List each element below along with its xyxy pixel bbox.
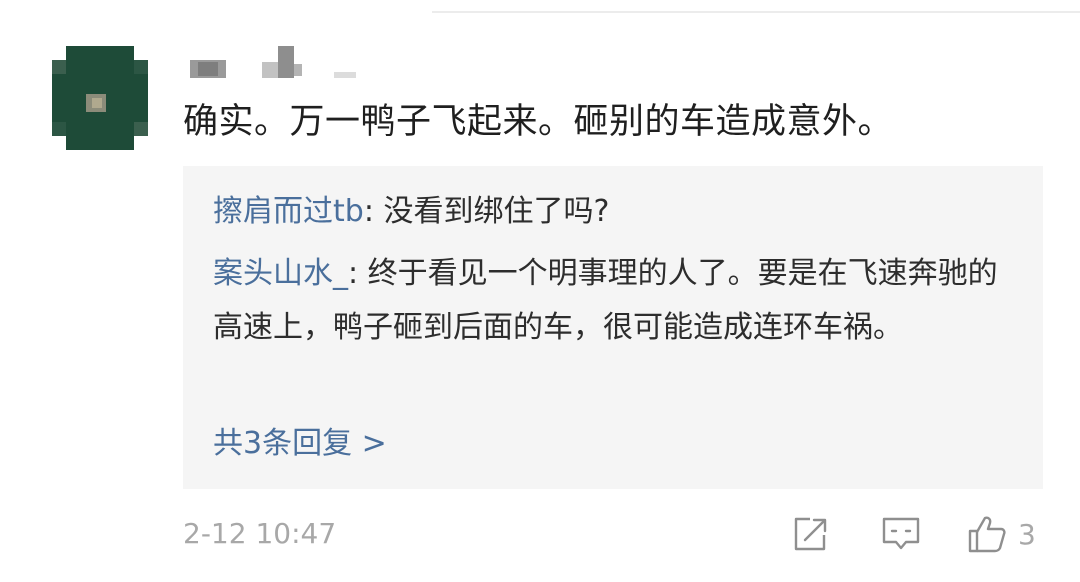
like-count: 3 (1018, 517, 1036, 551)
reply-author-link[interactable]: 案头山水_ (213, 256, 348, 291)
avatar[interactable] (52, 46, 148, 150)
top-divider (432, 11, 1080, 13)
reply-author-link[interactable]: 擦肩而过tb (213, 194, 364, 229)
reply-text: 没看到绑住了吗? (383, 194, 610, 229)
thumbs-up-icon (968, 516, 1006, 553)
comment-button[interactable] (880, 508, 922, 560)
comment-text: 确实。万一鸭子飞起来。砸别的车造成意外。 (183, 102, 894, 142)
share-icon (794, 517, 827, 551)
like-button[interactable]: 3 (966, 508, 1036, 560)
more-replies-link[interactable]: 共3条回复 > (213, 417, 387, 471)
share-button[interactable] (790, 508, 830, 560)
comment-icon (882, 517, 920, 550)
reply-separator: : (363, 194, 384, 229)
reply-separator: : (348, 256, 368, 291)
reply-item: 擦肩而过tb: 没看到绑住了吗? (213, 185, 1013, 239)
avatar-mosaic (52, 46, 148, 150)
reply-item: 案头山水_: 终于看见一个明事理的人了。要是在飞速奔驰的高速上，鸭子砸到后面的车… (213, 247, 1013, 355)
comment-timestamp: 2-12 10:47 (183, 517, 337, 550)
reply-box[interactable]: 擦肩而过tb: 没看到绑住了吗? 案头山水_: 终于看见一个明事理的人了。要是在… (183, 166, 1043, 489)
username-censored[interactable] (190, 46, 380, 82)
username-mosaic (190, 46, 356, 78)
